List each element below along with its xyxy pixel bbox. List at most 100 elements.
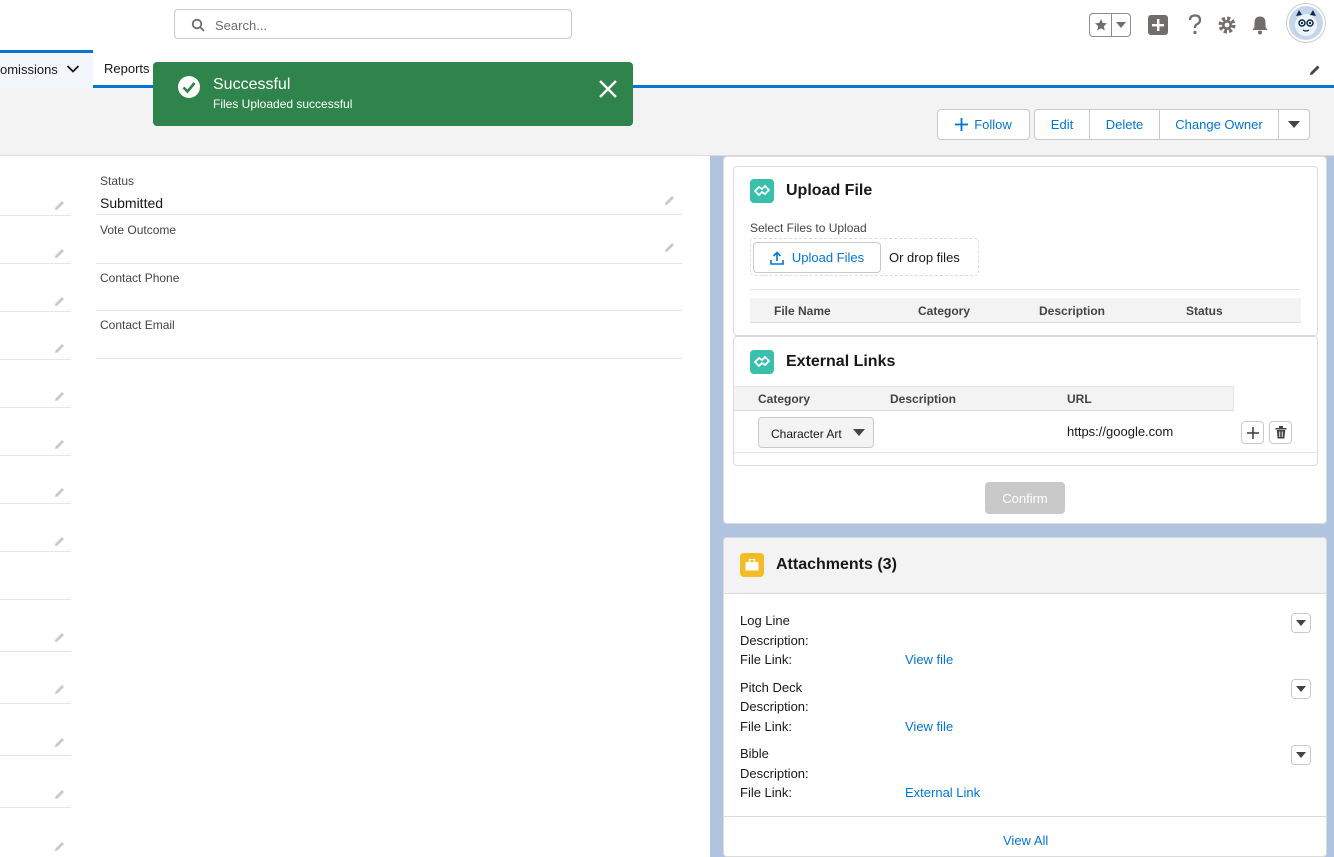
links-table-header <box>734 386 1317 411</box>
attachment-link[interactable]: View file <box>905 719 953 734</box>
attachment-menu-button[interactable] <box>1291 745 1311 765</box>
select-files-label: Select Files to Upload <box>750 221 867 235</box>
search-icon <box>191 18 205 32</box>
close-icon <box>599 80 617 98</box>
delete-button[interactable]: Delete <box>1089 109 1160 140</box>
edit-button[interactable]: Edit <box>1034 109 1090 140</box>
pencil-icon[interactable] <box>54 535 66 547</box>
pencil-icon[interactable] <box>54 199 66 211</box>
attachment-link[interactable]: External Link <box>905 785 980 800</box>
column-header-url[interactable]: URL <box>1067 392 1092 406</box>
attachment-menu-button[interactable] <box>1291 679 1311 699</box>
upload-card-title: Upload File <box>786 182 873 199</box>
category-select-value: Character Art <box>771 427 842 441</box>
column-header-category[interactable]: Category <box>918 304 970 318</box>
delete-link-button[interactable] <box>1269 421 1292 444</box>
success-toast: Successful Files Uploaded successful <box>153 62 633 126</box>
divider <box>0 599 71 600</box>
chevron-down-icon[interactable] <box>66 64 80 74</box>
pencil-icon[interactable] <box>54 840 66 852</box>
notifications-button[interactable] <box>1248 13 1272 37</box>
column-header-status[interactable]: Status <box>1186 304 1223 318</box>
nav-tab-label: omissions <box>0 62 58 77</box>
attachment-file-link-label: File Link: <box>740 785 793 800</box>
pencil-icon[interactable] <box>54 683 66 695</box>
bell-icon <box>1252 16 1268 35</box>
view-all-link[interactable]: View All <box>1003 833 1048 848</box>
divider <box>0 215 71 216</box>
chevron-down-icon <box>1296 751 1306 758</box>
pencil-icon <box>1310 65 1320 75</box>
column-header-description[interactable]: Description <box>1039 304 1105 318</box>
divider <box>0 359 71 360</box>
avatar[interactable] <box>1287 4 1325 42</box>
divider <box>0 807 71 808</box>
help-icon <box>1188 14 1202 35</box>
toast-title: Successful <box>213 76 291 93</box>
briefcase-icon <box>740 553 764 577</box>
pencil-icon[interactable] <box>54 342 66 354</box>
divider <box>0 703 71 704</box>
attachment-file-link-label: File Link: <box>740 652 793 667</box>
more-actions-button[interactable] <box>1278 109 1310 140</box>
confirm-button[interactable]: Confirm <box>985 482 1065 514</box>
pencil-icon[interactable] <box>54 486 66 498</box>
pencil-icon[interactable] <box>54 438 66 450</box>
field-contact-phone: Contact Phone <box>96 264 682 311</box>
upload-icon <box>770 250 784 265</box>
nav-tab-active[interactable]: omissions <box>0 50 93 88</box>
chevron-down-icon <box>1296 685 1306 692</box>
pencil-icon[interactable] <box>664 194 676 206</box>
upload-files-button[interactable]: Upload Files <box>753 242 881 273</box>
global-search[interactable] <box>174 9 572 39</box>
gear-icon <box>1218 16 1236 34</box>
handshake-icon <box>750 179 774 203</box>
drop-files-text: Or drop files <box>889 250 960 265</box>
divider <box>734 452 1317 453</box>
divider <box>0 755 71 756</box>
pencil-icon[interactable] <box>54 390 66 402</box>
field-label: Contact Phone <box>100 271 180 285</box>
pencil-icon[interactable] <box>54 247 66 259</box>
change-owner-button[interactable]: Change Owner <box>1159 109 1279 140</box>
chevron-down-icon[interactable] <box>1112 14 1130 36</box>
pencil-icon[interactable] <box>54 736 66 748</box>
pencil-icon[interactable] <box>664 241 676 253</box>
trash-icon <box>1275 426 1286 439</box>
divider <box>0 263 71 264</box>
field-label: Contact Email <box>100 318 175 332</box>
column-header-description[interactable]: Description <box>890 392 956 406</box>
column-header-file-name[interactable]: File Name <box>774 304 831 318</box>
chevron-down-icon <box>853 429 865 436</box>
setup-button[interactable] <box>1215 13 1239 37</box>
divider <box>0 503 71 504</box>
pencil-icon[interactable] <box>54 295 66 307</box>
chevron-down-icon <box>1296 619 1306 626</box>
external-links-title: External Links <box>786 353 896 370</box>
nav-tab-reports[interactable]: Reports <box>104 61 150 76</box>
plus-icon <box>955 118 969 131</box>
search-input[interactable] <box>213 14 557 36</box>
link-url: https://google.com <box>1067 424 1174 439</box>
attachment-description-label: Description: <box>740 766 809 781</box>
attachment-name: Log Line <box>740 613 790 628</box>
star-icon[interactable] <box>1090 14 1113 36</box>
help-button[interactable] <box>1183 13 1207 37</box>
attachment-link[interactable]: View file <box>905 652 953 667</box>
column-header-category[interactable]: Category <box>758 392 810 406</box>
plus-icon <box>1148 15 1168 35</box>
global-actions-button[interactable] <box>1146 13 1170 37</box>
add-link-button[interactable] <box>1241 421 1264 444</box>
category-select[interactable]: Character Art <box>758 417 874 448</box>
attachment-description-label: Description: <box>740 699 809 714</box>
attachments-title[interactable]: Attachments (3) <box>776 556 897 574</box>
attachment-menu-button[interactable] <box>1291 613 1311 633</box>
follow-button[interactable]: Follow <box>937 109 1030 140</box>
attachments-card <box>723 537 1327 857</box>
toast-message: Files Uploaded successful <box>213 97 353 111</box>
pencil-icon[interactable] <box>54 788 66 800</box>
pencil-icon[interactable] <box>54 631 66 643</box>
close-toast-button[interactable] <box>597 78 619 100</box>
favorites-button-group[interactable] <box>1089 13 1131 37</box>
edit-nav-button[interactable] <box>1308 63 1322 80</box>
